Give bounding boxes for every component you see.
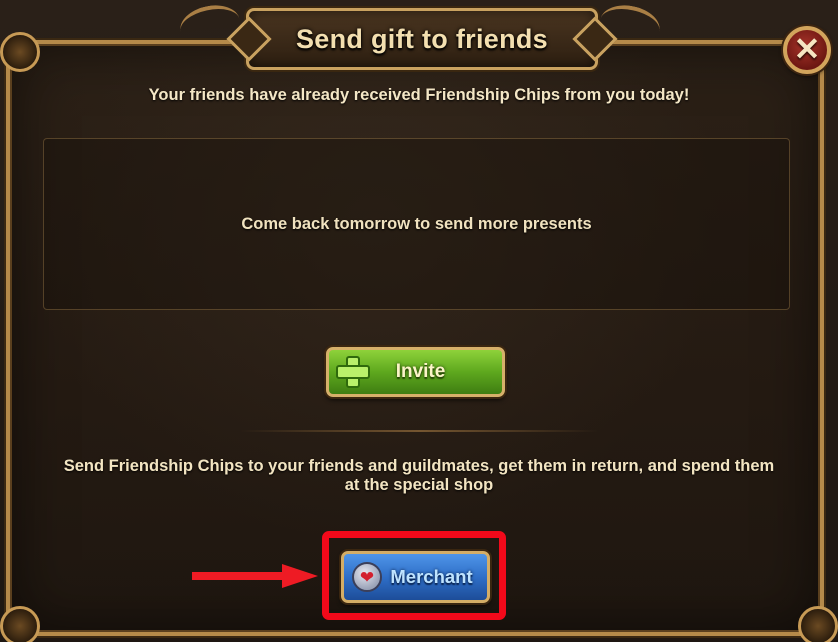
empty-state-message: Come back tomorrow to send more presents [241, 214, 592, 233]
invite-button[interactable]: Invite [326, 347, 505, 397]
close-button[interactable]: ✕ [783, 26, 831, 74]
frame-corner-ornament [0, 606, 40, 642]
arrow-shaft [192, 572, 288, 580]
frame-corner-ornament [0, 32, 40, 72]
heart-glyph: ❤ [359, 568, 375, 587]
already-sent-notice: Your friends have already received Frien… [148, 86, 690, 104]
friendship-chips-info: Send Friendship Chips to your friends an… [63, 457, 775, 494]
friends-list-panel: Come back tomorrow to send more presents [43, 138, 790, 310]
close-icon: ✕ [793, 31, 821, 67]
merchant-button[interactable]: ❤ Merchant [341, 551, 490, 603]
pointer-arrow-icon [192, 564, 318, 588]
title-banner: Send gift to friends [246, 8, 598, 70]
dialog-title: Send gift to friends [296, 23, 548, 54]
arrow-head [282, 564, 318, 588]
game-screen: Send gift to friends ✕ Your friends have… [0, 0, 838, 642]
heart-icon: ❤ [352, 562, 382, 592]
frame-corner-ornament [798, 606, 838, 642]
invite-button-label: Invite [395, 361, 446, 382]
plus-icon [333, 352, 373, 392]
section-divider [240, 430, 598, 432]
merchant-button-label: Merchant [390, 566, 473, 587]
